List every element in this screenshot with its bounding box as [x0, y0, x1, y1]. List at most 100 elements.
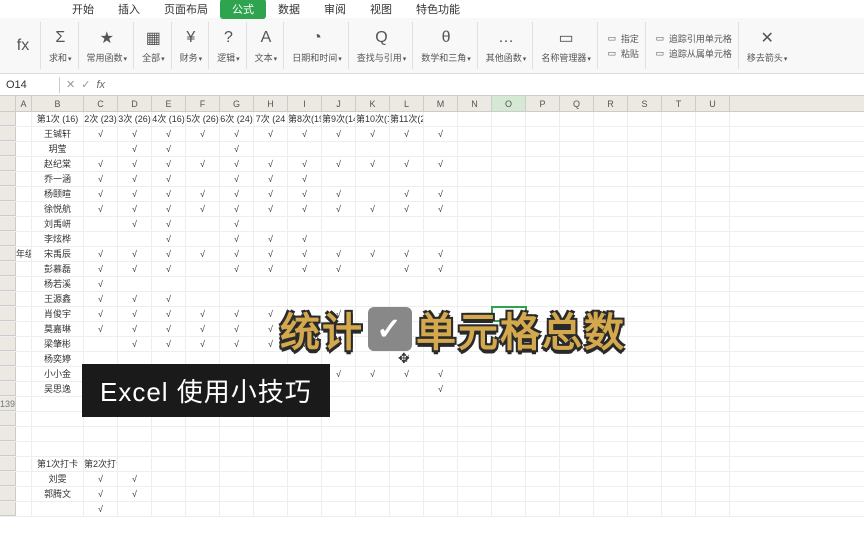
cell[interactable] — [16, 232, 32, 246]
cell[interactable] — [0, 187, 16, 201]
cell[interactable] — [220, 472, 254, 486]
cell[interactable] — [628, 157, 662, 171]
cell[interactable] — [16, 172, 32, 186]
cell[interactable] — [560, 487, 594, 501]
cell[interactable] — [628, 292, 662, 306]
tool-查找与引用[interactable]: Q查找与引用▾ — [351, 22, 414, 69]
cell[interactable] — [662, 232, 696, 246]
cell[interactable]: √ — [152, 127, 186, 141]
cell[interactable]: √ — [390, 367, 424, 381]
cell[interactable] — [356, 472, 390, 486]
cell[interactable] — [32, 442, 84, 456]
cell[interactable] — [492, 247, 526, 261]
cell[interactable] — [186, 262, 220, 276]
tool-常用函数[interactable]: ★常用函数▾ — [81, 22, 135, 69]
cell[interactable] — [696, 322, 730, 336]
cell[interactable]: √ — [424, 187, 458, 201]
cell[interactable] — [0, 247, 16, 261]
cell[interactable] — [594, 142, 628, 156]
cell[interactable] — [560, 247, 594, 261]
cell[interactable]: √ — [84, 472, 118, 486]
cell[interactable]: √ — [220, 262, 254, 276]
cell[interactable]: √ — [356, 367, 390, 381]
tool-求和[interactable]: Σ求和▾ — [43, 22, 79, 69]
cell[interactable] — [628, 307, 662, 321]
cell[interactable] — [492, 427, 526, 441]
cell[interactable] — [526, 457, 560, 471]
fx-label[interactable]: fx — [96, 79, 105, 91]
cell[interactable] — [84, 442, 118, 456]
cell[interactable]: 郭腾文 — [32, 487, 84, 501]
cell[interactable] — [526, 217, 560, 231]
cell[interactable] — [390, 217, 424, 231]
cell[interactable]: 吴思逸 — [32, 382, 84, 396]
cell[interactable] — [16, 397, 32, 411]
cell[interactable] — [696, 397, 730, 411]
cell[interactable] — [118, 457, 152, 471]
cell[interactable] — [560, 442, 594, 456]
cell[interactable] — [492, 457, 526, 471]
cell[interactable] — [16, 382, 32, 396]
cell[interactable] — [628, 487, 662, 501]
cell[interactable] — [322, 427, 356, 441]
column-headers[interactable]: ABCDEFGHIJKLMNOPQRSTU — [0, 96, 864, 112]
cell[interactable] — [628, 247, 662, 261]
cell[interactable] — [16, 187, 32, 201]
cell[interactable] — [152, 472, 186, 486]
cell[interactable] — [118, 442, 152, 456]
cell[interactable] — [186, 292, 220, 306]
cell[interactable] — [526, 382, 560, 396]
cell[interactable] — [390, 172, 424, 186]
cell[interactable] — [662, 457, 696, 471]
cell[interactable]: √ — [288, 172, 322, 186]
cell[interactable] — [696, 232, 730, 246]
cell[interactable] — [492, 157, 526, 171]
cell[interactable] — [560, 427, 594, 441]
cell[interactable] — [458, 232, 492, 246]
cell[interactable]: √ — [118, 157, 152, 171]
cell[interactable] — [322, 217, 356, 231]
cell[interactable]: √ — [118, 307, 152, 321]
col-header-D[interactable]: D — [118, 96, 152, 111]
cell[interactable]: √ — [84, 172, 118, 186]
cell[interactable] — [526, 232, 560, 246]
tool-全部[interactable]: ▦全部▾ — [136, 22, 172, 69]
cell[interactable] — [628, 262, 662, 276]
cell[interactable]: √ — [186, 127, 220, 141]
cell[interactable] — [594, 502, 628, 516]
cell[interactable] — [628, 352, 662, 366]
cell[interactable] — [560, 397, 594, 411]
cell[interactable]: √ — [220, 217, 254, 231]
cell[interactable]: 第1次 (16) — [32, 112, 84, 126]
cell[interactable] — [84, 217, 118, 231]
cell[interactable] — [696, 217, 730, 231]
cell[interactable] — [594, 172, 628, 186]
col-header-[interactable] — [0, 96, 16, 111]
cell[interactable] — [390, 487, 424, 501]
cell[interactable]: 第1次打卡 — [32, 457, 84, 471]
tool-remove-arrows[interactable]: ✕移去箭头▾ — [741, 22, 794, 69]
col-header-T[interactable]: T — [662, 96, 696, 111]
cell[interactable] — [696, 472, 730, 486]
cell[interactable] — [322, 502, 356, 516]
cell[interactable] — [662, 337, 696, 351]
col-header-I[interactable]: I — [288, 96, 322, 111]
cell[interactable] — [594, 277, 628, 291]
cell[interactable] — [0, 292, 16, 306]
cell[interactable] — [526, 142, 560, 156]
cell[interactable] — [628, 427, 662, 441]
cell[interactable]: √ — [186, 337, 220, 351]
cell[interactable] — [628, 442, 662, 456]
cell[interactable] — [152, 487, 186, 501]
cell[interactable] — [220, 277, 254, 291]
ribbon-tab-6[interactable]: 视图 — [358, 0, 404, 19]
cell[interactable]: √ — [152, 247, 186, 261]
cell[interactable] — [662, 502, 696, 516]
cell[interactable] — [526, 442, 560, 456]
ribbon-tab-0[interactable]: 开始 — [60, 0, 106, 19]
cell[interactable]: √ — [390, 262, 424, 276]
cell[interactable] — [628, 112, 662, 126]
cell[interactable] — [152, 427, 186, 441]
cell[interactable]: √ — [322, 262, 356, 276]
col-header-L[interactable]: L — [390, 96, 424, 111]
